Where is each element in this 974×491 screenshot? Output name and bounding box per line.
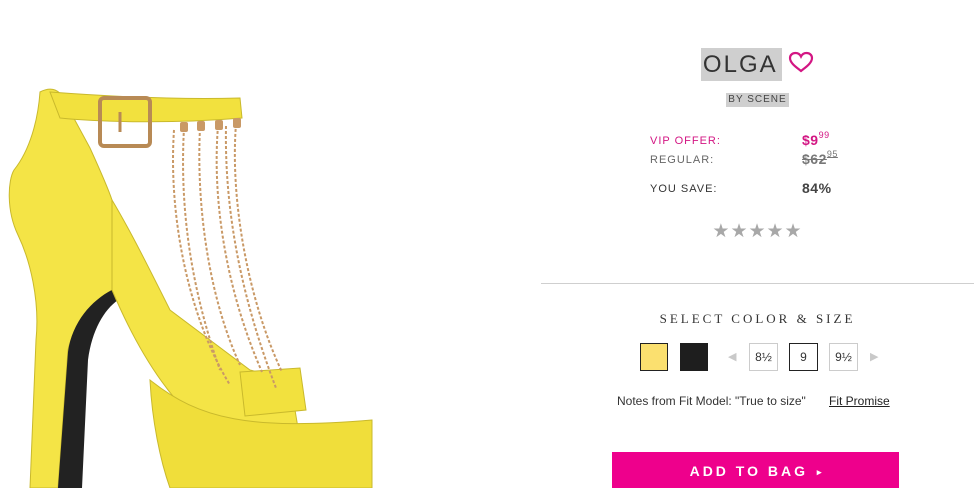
product-title: OLGA — [700, 48, 782, 81]
title-row: OLGA — [541, 48, 974, 81]
star-rating[interactable]: ★★★★★ — [541, 220, 974, 243]
save-label: YOU SAVE: — [650, 183, 718, 195]
add-to-bag-label: ADD TO BAG — [689, 463, 808, 479]
size-option-selected[interactable]: 9 — [789, 343, 818, 371]
you-save-row: YOU SAVE: 84% — [650, 180, 850, 199]
product-brand[interactable]: BY SCENE — [726, 93, 789, 107]
play-arrow-icon: ▸ — [816, 467, 822, 477]
brand-row: BY SCENE — [541, 89, 974, 107]
divider — [541, 283, 974, 284]
heart-icon[interactable] — [788, 51, 814, 78]
regular-price-row: REGULAR: $6295 — [650, 149, 850, 170]
vip-label: VIP OFFER: — [650, 135, 721, 147]
product-image[interactable] — [0, 0, 540, 488]
fit-model-notes: Notes from Fit Model: "True to size" — [617, 394, 806, 408]
size-next-arrow-icon[interactable]: ▶ — [870, 350, 878, 363]
vip-price-row: VIP OFFER: $999 — [650, 130, 850, 151]
add-to-bag-button[interactable]: ADD TO BAG ▸ — [612, 452, 899, 488]
regular-price: $6295 — [802, 149, 838, 167]
vip-price: $999 — [802, 130, 830, 148]
size-option[interactable]: 9½ — [829, 343, 858, 371]
color-swatch-black[interactable] — [680, 343, 708, 371]
shoe-illustration — [8, 88, 373, 488]
size-option[interactable]: 8½ — [749, 343, 778, 371]
product-details-panel: OLGA BY SCENE VIP OFFER: $999 REGULAR: $… — [541, 0, 974, 488]
select-color-size-heading: SELECT COLOR & SIZE — [659, 311, 856, 326]
color-swatch-yellow[interactable] — [640, 343, 668, 371]
save-value: 84% — [802, 180, 832, 196]
size-prev-arrow-icon[interactable]: ◀ — [728, 350, 736, 363]
price-table: VIP OFFER: $999 REGULAR: $6295 YOU SAVE:… — [650, 130, 850, 199]
regular-label: REGULAR: — [650, 154, 715, 166]
fit-promise-link[interactable]: Fit Promise — [829, 394, 890, 408]
